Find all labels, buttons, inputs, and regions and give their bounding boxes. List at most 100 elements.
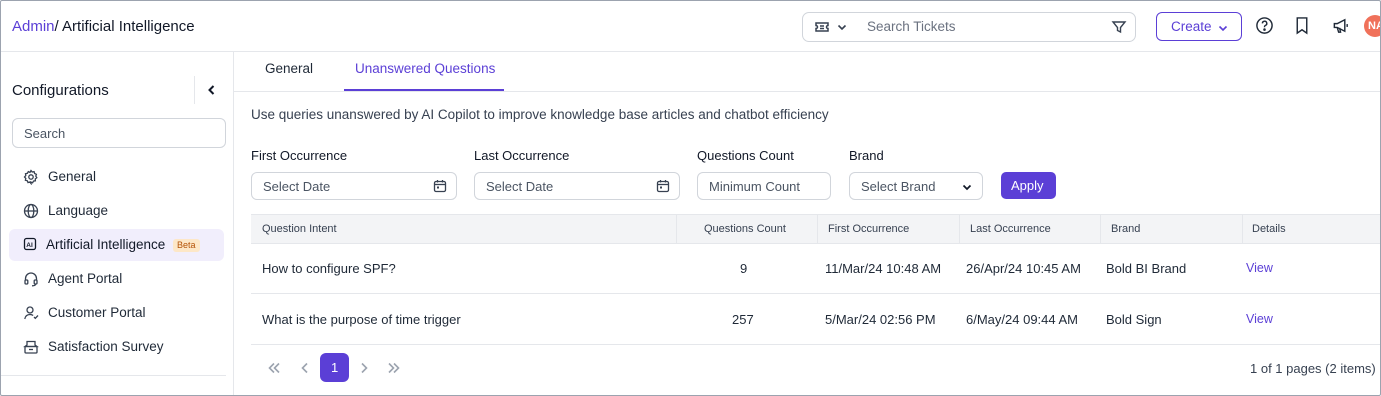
filter-icon[interactable]: [1111, 19, 1127, 35]
sidebar-title: Configurations: [12, 82, 109, 99]
questions-count-label: Questions Count: [697, 148, 794, 163]
table-row[interactable]: How to configure SPF? 9 11/Mar/24 10:48 …: [251, 244, 1381, 294]
last-occurrence-date-picker[interactable]: Select Date: [474, 172, 680, 200]
first-occurrence-label: First Occurrence: [251, 148, 348, 163]
last-occurrence-cell: 26/Apr/24 10:45 AM: [966, 261, 1081, 276]
sidebar: Configurations Search General Language A…: [0, 52, 234, 396]
bookmark-icon[interactable]: [1293, 16, 1311, 35]
column-header[interactable]: Question Intent: [262, 223, 337, 235]
sidebar-item-customer-portal[interactable]: Customer Portal: [9, 297, 224, 329]
top-bar: Admin/ Artificial Intelligence Search Ti…: [0, 0, 1381, 52]
breadcrumb: Admin/ Artificial Intelligence: [12, 18, 195, 35]
first-occurrence-cell: 11/Mar/24 10:48 AM: [825, 261, 942, 276]
sidebar-search-input[interactable]: Search: [12, 118, 226, 148]
table-row[interactable]: What is the purpose of time trigger 257 …: [251, 295, 1381, 345]
column-divider: [676, 215, 677, 244]
brand-label: Brand: [849, 148, 884, 163]
megaphone-icon[interactable]: [1331, 16, 1351, 35]
question-intent-cell: What is the purpose of time trigger: [262, 312, 461, 327]
breadcrumb-current: Artificial Intelligence: [62, 18, 195, 35]
brand-placeholder: Select Brand: [861, 179, 936, 194]
page-button-current[interactable]: 1: [320, 353, 349, 382]
last-occurrence-label: Last Occurrence: [474, 148, 570, 163]
active-tab-indicator: [344, 89, 504, 91]
last-occurrence-cell: 6/May/24 09:44 AM: [966, 312, 1079, 327]
page-number: 1: [331, 360, 339, 375]
ticket-icon[interactable]: [814, 19, 830, 35]
questions-count-cell: 9: [740, 261, 748, 276]
sidebar-item-general[interactable]: General: [9, 161, 224, 193]
sidebar-item-label: Satisfaction Survey: [48, 339, 164, 354]
survey-icon: [23, 340, 39, 354]
column-divider: [959, 215, 960, 244]
breadcrumb-admin-link[interactable]: Admin: [12, 18, 55, 35]
brand-cell: Bold Sign: [1106, 312, 1162, 327]
sidebar-item-satisfaction-survey[interactable]: Satisfaction Survey: [9, 331, 224, 363]
create-button[interactable]: Create: [1156, 12, 1242, 41]
column-divider: [817, 215, 818, 244]
chevron-down-icon: [962, 184, 972, 191]
breadcrumb-separator: /: [54, 18, 59, 35]
brand-cell: Bold BI Brand: [1106, 261, 1187, 276]
column-divider: [1242, 215, 1243, 244]
brand-select[interactable]: Select Brand: [849, 172, 983, 200]
minimum-count-input[interactable]: Minimum Count: [697, 172, 831, 200]
view-link[interactable]: View: [1246, 261, 1273, 275]
apply-button-label: Apply: [1011, 178, 1044, 193]
svg-text:AI: AI: [26, 242, 33, 249]
divider: [0, 375, 226, 376]
user-icon: [24, 306, 39, 320]
question-intent-cell: How to configure SPF?: [262, 261, 396, 276]
sidebar-item-artificial-intelligence[interactable]: AI Artificial Intelligence Beta: [9, 229, 224, 261]
first-occurrence-date-picker[interactable]: Select Date: [251, 172, 457, 200]
first-page-icon[interactable]: [266, 361, 282, 375]
last-page-icon[interactable]: [386, 361, 402, 375]
date-placeholder: Select Date: [486, 179, 554, 194]
pagination-info: 1 of 1 pages (2 items): [1250, 361, 1376, 376]
view-link[interactable]: View: [1246, 312, 1273, 326]
tab-bar: General Unanswered Questions: [234, 52, 1381, 92]
date-placeholder: Select Date: [263, 179, 331, 194]
column-divider: [1100, 215, 1101, 244]
first-occurrence-cell: 5/Mar/24 02:56 PM: [825, 312, 936, 327]
avatar[interactable]: NA: [1364, 15, 1381, 37]
tab-general[interactable]: General: [265, 61, 313, 76]
calendar-icon[interactable]: [433, 179, 447, 193]
sidebar-item-label: Customer Portal: [48, 305, 146, 320]
beta-badge: Beta: [173, 239, 200, 252]
tab-unanswered-questions[interactable]: Unanswered Questions: [355, 61, 495, 76]
divider: [194, 76, 195, 104]
table-header: Question Intent Questions Count First Oc…: [251, 214, 1381, 244]
next-page-icon[interactable]: [358, 361, 370, 375]
sidebar-item-label: Agent Portal: [48, 271, 123, 286]
apply-button[interactable]: Apply: [1001, 172, 1056, 199]
create-button-label: Create: [1171, 19, 1212, 34]
column-header[interactable]: Details: [1252, 223, 1286, 235]
ai-icon: AI: [23, 237, 37, 251]
column-header[interactable]: Brand: [1111, 223, 1140, 235]
sidebar-item-label: Language: [48, 203, 109, 218]
questions-count-cell: 257: [732, 312, 754, 327]
sidebar-item-language[interactable]: Language: [9, 195, 224, 227]
gear-icon: [23, 169, 38, 185]
count-placeholder: Minimum Count: [709, 179, 801, 194]
page-description: Use queries unanswered by AI Copilot to …: [251, 107, 829, 122]
column-header[interactable]: Last Occurrence: [970, 223, 1051, 235]
sidebar-item-label: Artificial Intelligence: [46, 237, 166, 252]
help-icon[interactable]: [1255, 16, 1274, 35]
column-header[interactable]: First Occurrence: [828, 223, 909, 235]
avatar-initials: NA: [1368, 20, 1381, 32]
chevron-down-icon[interactable]: [836, 21, 848, 33]
headset-icon: [24, 272, 38, 287]
sidebar-item-agent-portal[interactable]: Agent Portal: [9, 263, 224, 295]
column-header[interactable]: Questions Count: [704, 223, 786, 235]
sidebar-item-label: General: [48, 169, 97, 184]
globe-icon: [23, 203, 39, 219]
calendar-icon[interactable]: [656, 179, 670, 193]
sidebar-search-placeholder: Search: [24, 126, 66, 141]
ticket-search-bar[interactable]: Search Tickets: [802, 12, 1136, 42]
search-input[interactable]: Search Tickets: [867, 19, 956, 34]
prev-page-icon[interactable]: [299, 361, 311, 375]
chevron-left-icon[interactable]: [205, 83, 219, 97]
chevron-down-icon: [1218, 25, 1228, 32]
